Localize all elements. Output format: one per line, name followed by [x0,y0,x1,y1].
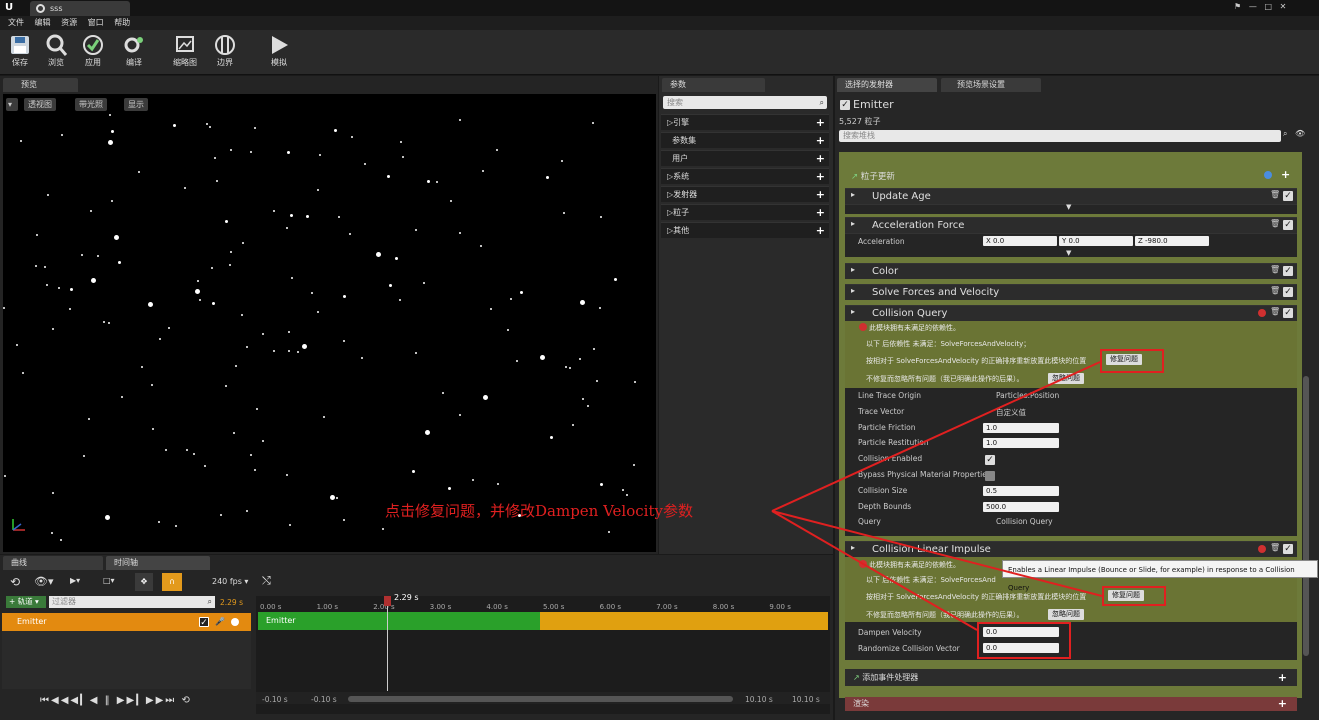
timeline-tick: 6.00 s [599,603,622,611]
playhead-handle[interactable] [384,596,391,606]
expand-arrow-icon[interactable]: ▸ [851,190,855,199]
emitter-inactive-bar[interactable] [540,612,828,630]
range-end-2: 10.10 s [792,695,820,704]
search-icon: ⌕ [207,597,212,606]
playhead-time: 2.29 s [394,593,419,602]
expand-arrow-icon[interactable]: ▸ [851,265,855,274]
error-icon [1258,309,1266,317]
timeline-tick: 9.00 s [769,603,791,611]
delete-icon[interactable]: 🗑 [1270,265,1280,274]
track-enabled-checkbox[interactable]: ✓ [199,617,209,628]
expand-arrow-icon[interactable]: ▸ [851,307,855,316]
delete-icon[interactable]: 🗑 [1270,219,1280,228]
delete-icon[interactable]: 🗑 [1270,190,1280,199]
timeline-tick: 5.00 s [543,603,565,611]
module-enabled-checkbox[interactable]: ✓ [1283,308,1293,318]
range-end-1: 10.10 s [745,695,773,704]
move-icon[interactable]: ✥ [135,573,153,591]
module-enabled-checkbox[interactable]: ✓ [1283,287,1293,297]
annotation-text: 点击修复问题，并修改Dampen Velocity参数 [385,502,693,520]
fps-dropdown[interactable]: 240 fps ▾ [212,577,248,586]
tab-timeline[interactable]: 时间轴 [106,556,210,570]
track-record-icon[interactable] [231,618,239,626]
playback-options-icon[interactable]: ▶▾ [70,576,80,585]
module-enabled-checkbox[interactable]: ✓ [1283,191,1293,201]
range-start-1: -0.10 s [262,695,288,704]
timeline-tick: 0.00 s [260,603,282,611]
range-start-2: -0.10 s [311,695,337,704]
module-enabled-checkbox[interactable]: ✓ [1283,266,1293,276]
selection-icon[interactable]: □▾ [103,576,115,585]
error-icon [1258,545,1266,553]
timeline-tick: 4.00 s [486,603,508,611]
current-time-readout: 2.29 s [220,598,243,607]
transport-controls[interactable]: ⏮◀◀◀▎◀ ‖ ▶▶▎▶▶⏭ ⟲ [40,695,192,706]
loop-icon[interactable]: ⟲ [10,575,20,589]
emitter-active-bar[interactable]: Emitter [258,612,540,630]
curve-tool-icon[interactable]: ⤭ [262,574,271,588]
track-filter-input[interactable]: 过滤器 ⌕ [49,596,215,608]
timeline-tick: 7.00 s [656,603,678,611]
delete-icon[interactable]: 🗑 [1270,286,1280,295]
range-scrollbar[interactable] [348,696,733,702]
delete-icon[interactable]: 🗑 [1270,307,1280,316]
timeline-tick: 1.00 s [316,603,339,611]
delete-icon[interactable]: 🗑 [1270,543,1280,552]
module-enabled-checkbox[interactable]: ✓ [1283,220,1293,230]
expand-arrow-icon[interactable]: ▸ [851,286,855,295]
track-list-empty [2,631,251,689]
timeline-tick: 3.00 s [429,603,452,611]
snap-icon[interactable]: ∩ [162,573,182,591]
playhead-line[interactable] [387,596,388,691]
timeline-tick: 8.00 s [712,603,735,611]
expand-arrow-icon[interactable]: ▸ [851,219,855,228]
track-row-emitter[interactable]: Emitter ✓ 🎤 [2,613,251,631]
track-solo-icon[interactable]: 🎤 [215,613,225,631]
add-track-button[interactable]: + 轨道 ▾ [6,596,46,608]
tab-curves[interactable]: 曲线 [3,556,103,570]
visibility-icon[interactable]: 👁▾ [34,575,54,588]
module-enabled-checkbox[interactable]: ✓ [1283,544,1293,554]
timeline-area[interactable]: 0.00 s 1.00 s 2.00 s 3.00 s 4.00 s 5.00 s 6.00… [256,593,830,714]
expand-arrow-icon[interactable]: ▸ [851,543,855,552]
